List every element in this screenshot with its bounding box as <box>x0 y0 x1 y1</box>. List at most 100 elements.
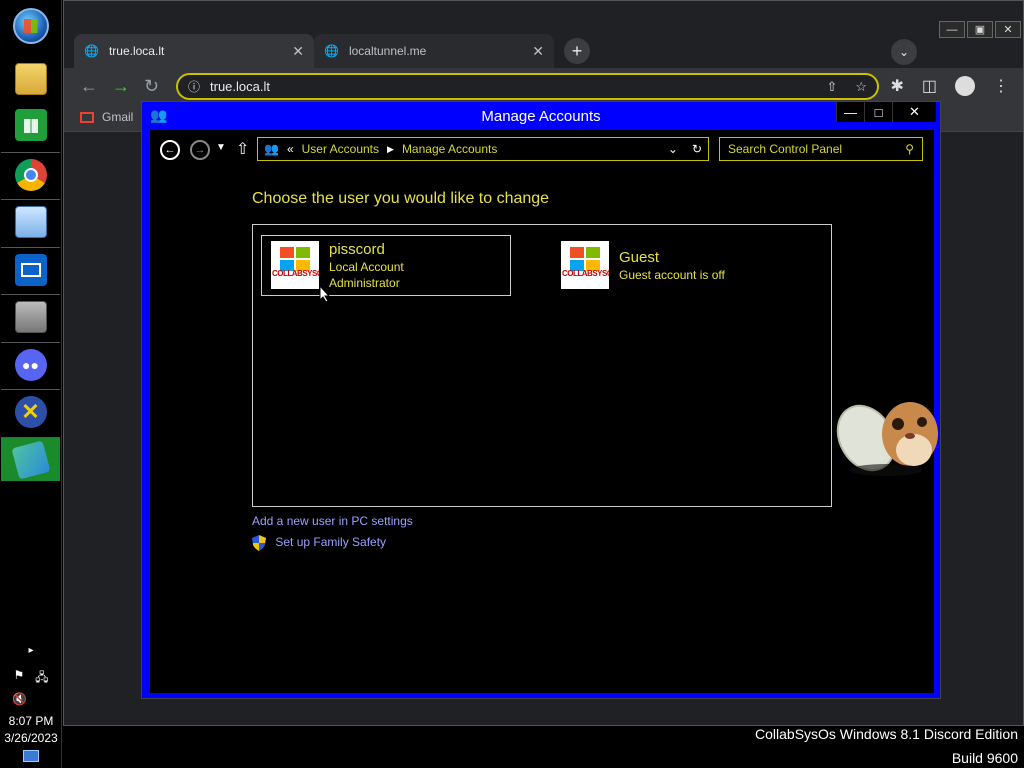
taskbar-notepad[interactable] <box>1 199 60 243</box>
avatar: COLLABSYSOS <box>561 241 609 289</box>
bookmark-label: Gmail <box>102 110 134 124</box>
chevron-right-icon[interactable]: ▶ <box>387 144 394 155</box>
page-heading: Choose the user you would like to change <box>252 190 550 207</box>
minimize-button[interactable]: — <box>939 21 965 38</box>
bookmark-star-icon[interactable]: ☆ <box>855 79 867 95</box>
account-status: Guest account is off <box>619 268 725 282</box>
close-tab-icon[interactable]: ✕ <box>532 43 544 60</box>
file-explorer-icon <box>14 63 47 95</box>
windows-flag-icon <box>570 247 600 271</box>
family-safety-link[interactable]: Set up Family Safety <box>252 535 386 551</box>
clock-date[interactable]: 3/26/2023 <box>0 731 62 745</box>
breadcrumb-overflow[interactable]: « <box>287 142 294 156</box>
mail-icon <box>14 253 47 286</box>
edition-watermark: CollabSysOs Windows 8.1 Discord Edition <box>755 726 1018 742</box>
close-tab-icon[interactable]: ✕ <box>292 43 304 60</box>
info-icon[interactable]: ⓘ <box>188 78 200 95</box>
user-accounts-icon: 👥 <box>264 142 279 156</box>
profile-avatar-icon[interactable] <box>955 76 975 96</box>
forward-icon[interactable]: → <box>190 140 210 160</box>
uac-shield-icon <box>252 535 266 551</box>
start-orb-icon <box>12 8 49 44</box>
active-app-icon <box>10 439 51 480</box>
tab-title: true.loca.lt <box>108 44 165 58</box>
add-user-link[interactable]: Add a new user in PC settings <box>252 514 413 528</box>
taskbar-file-explorer[interactable] <box>1 57 60 101</box>
window-controls: — □ ✕ <box>836 102 936 122</box>
globe-icon: 🌐 <box>324 44 339 58</box>
window-content: ← → ▼ ⇧ 👥 « User Accounts ▶ Manage Accou… <box>150 130 934 693</box>
tab-search-button[interactable]: ⌄ <box>891 39 917 65</box>
address-text: true.loca.lt <box>210 79 270 94</box>
browser-toolbar: ← → ↻ ⓘ true.loca.lt ⇧ ☆ ✱ ◫ ⋮ <box>64 68 1023 104</box>
account-name: Guest <box>619 249 660 266</box>
side-panel-icon[interactable]: ◫ <box>922 76 937 96</box>
account-type: Local Account <box>329 260 404 274</box>
tab-title: localtunnel.me <box>348 44 427 58</box>
reload-icon[interactable]: ↻ <box>144 76 159 97</box>
taskbar-active-app[interactable] <box>1 437 60 481</box>
manage-accounts-window: 👥 Manage Accounts — □ ✕ ← → ▼ ⇧ 👥 « User… <box>141 101 941 699</box>
menu-kebab-icon[interactable]: ⋮ <box>993 76 1009 96</box>
bookmark-gmail[interactable]: Gmail <box>80 110 133 124</box>
search-input[interactable]: Search Control Panel ⚲ <box>719 137 923 161</box>
back-icon[interactable]: ← <box>80 76 98 97</box>
taskbar-printer[interactable] <box>1 294 60 338</box>
chevron-down-icon[interactable]: ⌄ <box>668 142 678 156</box>
network-tray-icon[interactable]: 🖧 <box>35 668 48 689</box>
recent-pages-icon[interactable]: ▼ <box>216 142 226 153</box>
discord-icon: ●● <box>14 348 47 381</box>
new-tab-button[interactable]: + <box>564 38 590 64</box>
family-safety-label: Set up Family Safety <box>275 535 387 550</box>
show-desktop-icon[interactable] <box>0 750 62 762</box>
taskbar-store[interactable] <box>1 103 60 147</box>
tab-strip: 🌐 true.loca.lt ✕ 🌐 localtunnel.me ✕ + <box>74 34 600 68</box>
taskbar: ●● ✕ ▸ ⚑ 🖧 🔇 8:07 PM 3/26/2023 <box>0 0 62 768</box>
start-button[interactable] <box>1 4 60 48</box>
avatar: COLLABSYSOS <box>271 241 319 289</box>
back-icon[interactable]: ← <box>160 140 180 160</box>
address-bar[interactable]: ⓘ true.loca.lt ⇧ ☆ <box>176 73 879 100</box>
flag-tray-icon[interactable]: ⚑ <box>13 668 24 689</box>
windows-flag-icon <box>280 247 310 271</box>
refresh-icon[interactable]: ↻ <box>692 142 702 156</box>
account-role: Administrator <box>329 276 400 290</box>
volume-muted-icon[interactable]: 🔇 <box>0 692 62 706</box>
x-app-icon: ✕ <box>14 395 47 428</box>
breadcrumb-manage-accounts[interactable]: Manage Accounts <box>402 142 497 156</box>
taskbar-chrome[interactable] <box>1 152 60 196</box>
build-watermark: Build 9600 <box>951 750 1018 766</box>
navigation-bar: ← → ▼ ⇧ 👥 « User Accounts ▶ Manage Accou… <box>150 137 934 163</box>
close-button[interactable]: ✕ <box>995 21 1021 38</box>
account-pisscord[interactable]: COLLABSYSOS pisscord Local Account Admin… <box>261 235 511 296</box>
user-accounts-icon: 👥 <box>150 107 168 123</box>
taskbar-x-app[interactable]: ✕ <box>1 389 60 433</box>
maximize-button[interactable]: □ <box>864 102 892 122</box>
tab-true-loca-lt[interactable]: 🌐 true.loca.lt ✕ <box>74 34 314 68</box>
extensions-icon[interactable]: ✱ <box>890 76 903 96</box>
taskbar-discord[interactable]: ●● <box>1 342 60 386</box>
clock-time[interactable]: 8:07 PM <box>0 714 62 728</box>
window-titlebar[interactable]: 👥 Manage Accounts — □ ✕ <box>142 102 940 130</box>
breadcrumb-user-accounts[interactable]: User Accounts <box>302 142 379 156</box>
taskbar-mail[interactable] <box>1 247 60 291</box>
avatar-logo-text: COLLABSYSOS <box>562 269 609 278</box>
avatar-logo-text: COLLABSYSOS <box>272 269 319 278</box>
gmail-icon <box>80 111 94 123</box>
minimize-button[interactable]: — <box>836 102 864 122</box>
account-guest[interactable]: COLLABSYSOS Guest Guest account is off <box>561 241 811 291</box>
store-icon <box>14 109 47 141</box>
tray-expand-icon[interactable]: ▸ <box>0 645 62 656</box>
search-placeholder: Search Control Panel <box>728 142 843 156</box>
close-button[interactable]: ✕ <box>892 102 936 122</box>
up-arrow-icon[interactable]: ⇧ <box>236 139 249 159</box>
maximize-button[interactable]: ▣ <box>967 21 993 38</box>
notepad-icon <box>14 205 47 238</box>
breadcrumb[interactable]: 👥 « User Accounts ▶ Manage Accounts ⌄ ↻ <box>257 137 709 161</box>
forward-icon[interactable]: → <box>112 76 130 97</box>
window-controls: — ▣ ✕ <box>939 21 1021 38</box>
search-icon[interactable]: ⚲ <box>905 142 914 156</box>
printer-icon <box>14 300 47 333</box>
share-icon[interactable]: ⇧ <box>826 79 837 95</box>
tab-localtunnel[interactable]: 🌐 localtunnel.me ✕ <box>314 34 554 68</box>
